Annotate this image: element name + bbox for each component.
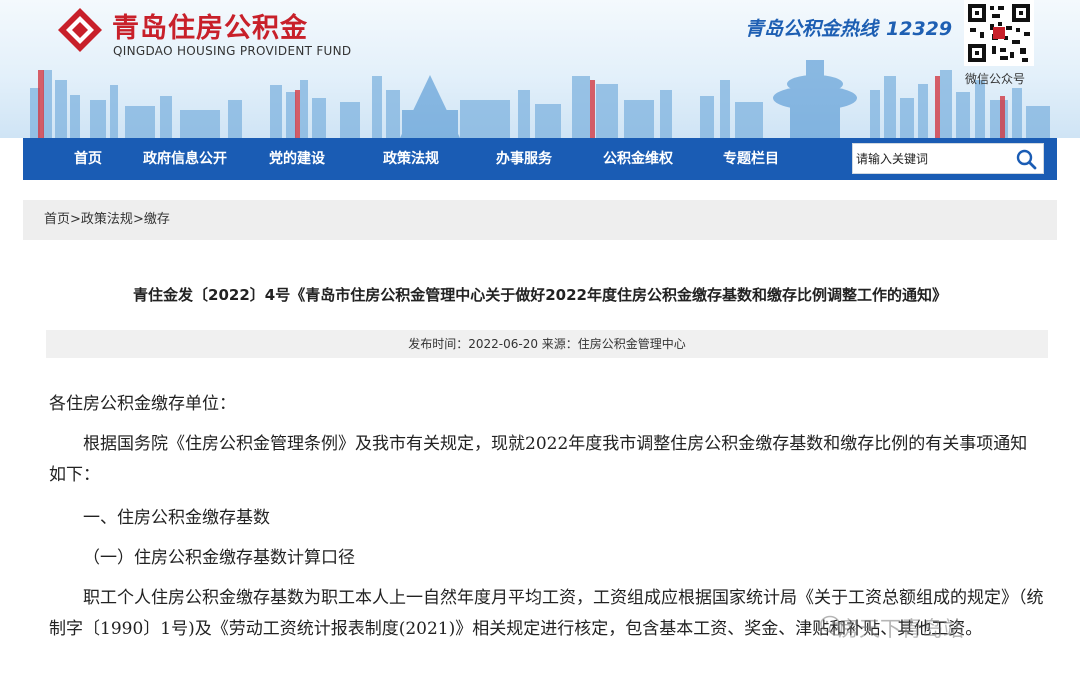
site-name-cn: 青岛住房公积金 xyxy=(112,13,308,44)
breadcrumb-separator: > xyxy=(132,212,144,227)
hotline: 青岛公积金热线 12329 xyxy=(745,14,952,41)
watermark-text: 房天下青岛站 xyxy=(838,617,964,641)
breadcrumb-separator: > xyxy=(70,212,81,227)
breadcrumb-current[interactable]: 缴存 xyxy=(144,212,170,227)
nav-item-policy[interactable]: 政策法规 xyxy=(383,138,439,180)
article-heading-2: （一）住房公积金缴存基数计算口径 xyxy=(83,548,355,568)
main-nav: 首页 政府信息公开 党的建设 政策法规 办事服务 公积金维权 专题栏目 xyxy=(23,138,1057,180)
article-meta: 发布时间：2022-06-20 来源：住房公积金管理中心 xyxy=(408,337,686,351)
site-name-en: QINGDAO HOUSING PROVIDENT FUND xyxy=(113,44,352,58)
nav-item-gov-info[interactable]: 政府信息公开 xyxy=(143,138,227,180)
article-greeting: 各住房公积金缴存单位： xyxy=(49,394,236,414)
breadcrumb-home[interactable]: 首页 xyxy=(44,212,70,227)
hotline-label: 青岛公积金热线 xyxy=(745,18,879,40)
site-header: 青岛住房公积金 QINGDAO HOUSING PROVIDENT FUND 青… xyxy=(0,0,1080,138)
nav-item-services[interactable]: 办事服务 xyxy=(496,138,552,180)
article-title: 青住金发〔2022〕4号《青岛市住房公积金管理中心关于做好2022年度住房公积金… xyxy=(133,286,947,304)
breadcrumb-bar: 首页>政策法规>缴存 xyxy=(23,200,1057,240)
breadcrumb: 首页>政策法规>缴存 xyxy=(44,200,170,240)
nav-item-rights[interactable]: 公积金维权 xyxy=(603,138,673,180)
qr-caption: 微信公众号 xyxy=(965,72,1026,86)
search-box xyxy=(852,143,1044,174)
breadcrumb-policy[interactable]: 政策法规 xyxy=(81,212,133,227)
nav-item-home[interactable]: 首页 xyxy=(74,138,102,180)
search-icon[interactable] xyxy=(1015,148,1037,170)
article-meta-bar: 发布时间：2022-06-20 来源：住房公积金管理中心 xyxy=(46,330,1048,358)
nav-item-topics[interactable]: 专题栏目 xyxy=(723,138,779,180)
logo-icon xyxy=(58,8,102,52)
article-heading-1: 一、住房公积金缴存基数 xyxy=(83,508,270,528)
hotline-number: 12329 xyxy=(886,18,953,40)
wechat-qr-code-icon xyxy=(964,0,1034,66)
nav-item-party[interactable]: 党的建设 xyxy=(269,138,325,180)
article-paragraph: 根据国务院《住房公积金管理条例》及我市有关规定，现就2022年度我市调整住房公积… xyxy=(49,434,1028,485)
search-input[interactable] xyxy=(853,144,1012,173)
